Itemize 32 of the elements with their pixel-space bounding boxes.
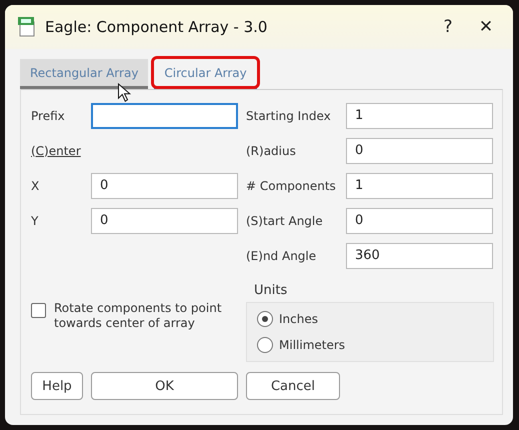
radio-label: Inches [279,312,318,326]
input-field[interactable]: 0 [346,208,493,234]
field-label: X [31,178,40,192]
field-label: (R)adius [246,144,297,158]
input-field[interactable]: 1 [346,102,493,128]
input-field[interactable]: 1 [346,172,493,198]
field-label: Starting Index [246,108,332,122]
checkbox[interactable] [31,303,46,318]
dialog-button[interactable]: OK [91,372,238,400]
window-title: Eagle: Component Array - 3.0 [45,18,268,36]
section-label: (C)enter [31,144,82,158]
radio-label: Millimeters [279,338,346,352]
group-title: Units [254,283,288,298]
field-label: Y [31,214,40,228]
field-label: (E)nd Angle [246,248,318,262]
input-field[interactable]: 0 [346,138,493,164]
input-field[interactable]: 360 [346,242,493,268]
help-button[interactable]: ? [433,17,463,37]
app-icon [17,16,37,38]
dialog-button[interactable]: Cancel [246,372,340,400]
radio-button[interactable] [257,337,273,353]
input-field[interactable]: 0 [91,208,238,234]
field-label: Prefix [31,108,66,122]
dialog-button[interactable]: Help [31,372,83,400]
radio-button[interactable] [257,311,273,327]
input-field[interactable] [91,102,238,128]
field-label: # Components [246,178,337,192]
close-button[interactable]: ✕ [471,17,501,37]
input-field[interactable]: 0 [91,172,238,198]
checkbox-label: Rotate components to point towards center of array [54,301,223,331]
field-label: (S)tart Angle [246,214,324,228]
tab[interactable]: Circular Array [154,59,257,89]
